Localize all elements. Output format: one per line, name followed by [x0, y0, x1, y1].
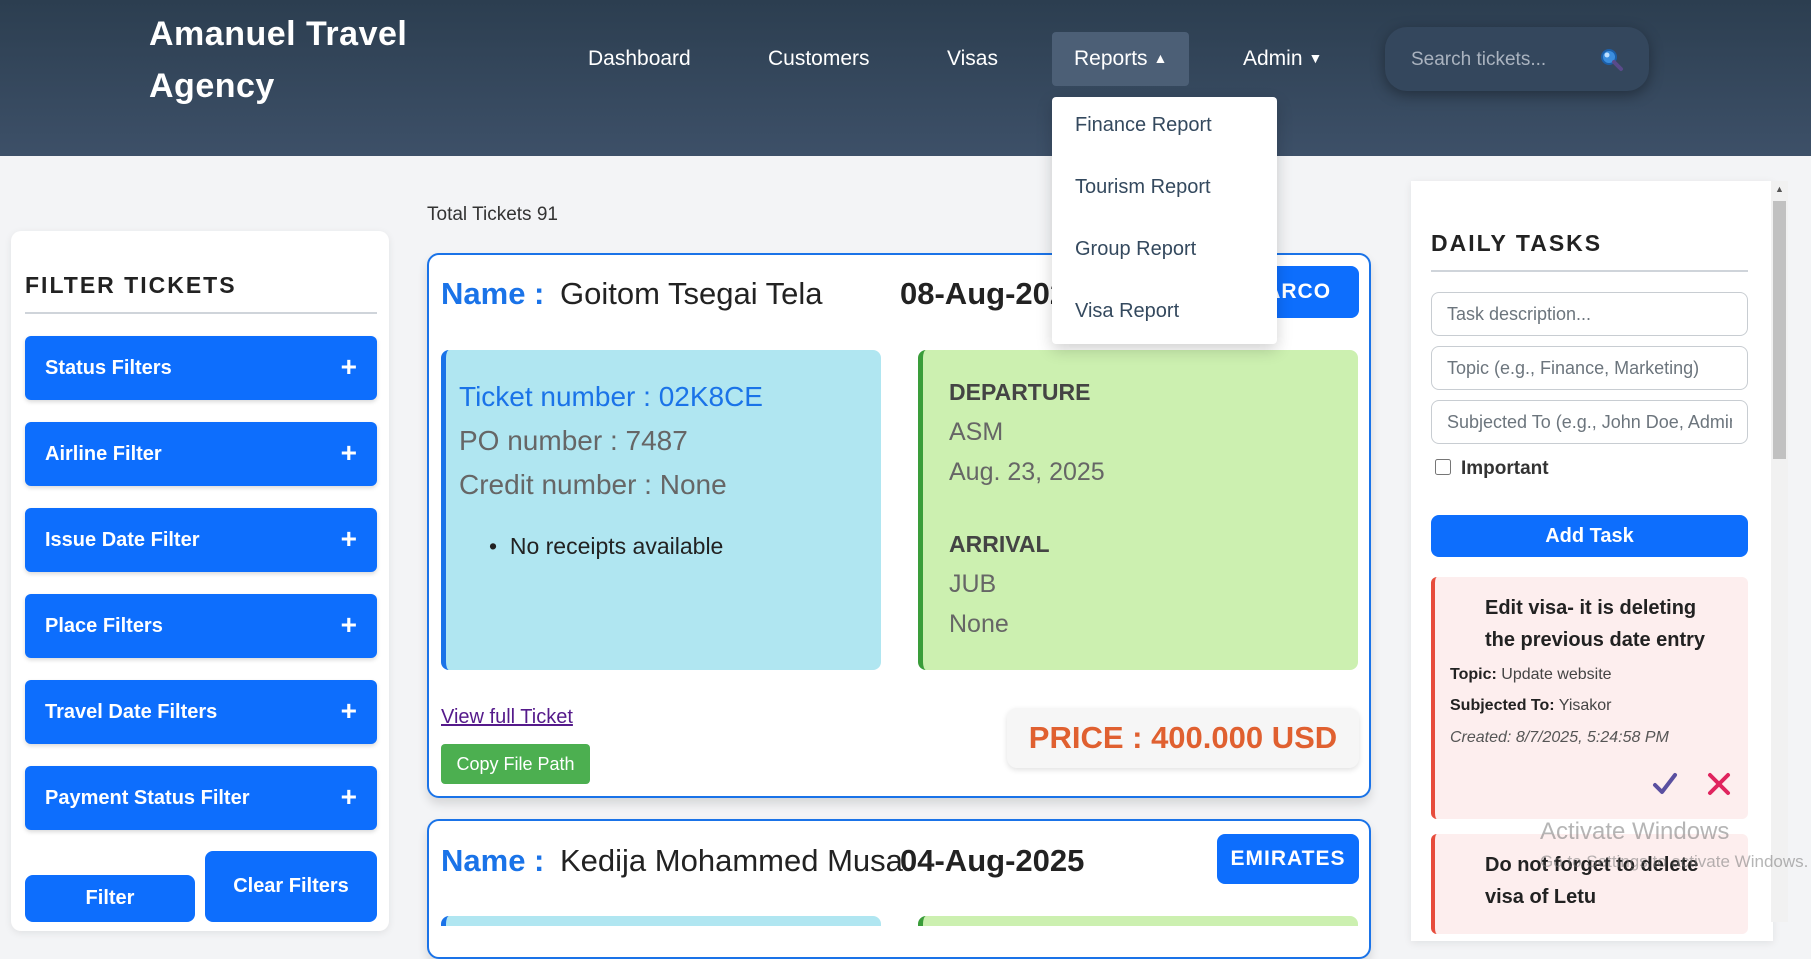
- filter-label: Payment Status Filter: [45, 787, 250, 809]
- brand-title[interactable]: Amanuel Travel Agency: [149, 8, 449, 112]
- airline-badge[interactable]: EMIRATES: [1217, 834, 1359, 884]
- filter-button[interactable]: Filter: [25, 875, 195, 922]
- bullet-icon: •: [489, 533, 510, 559]
- filter-label: Travel Date Filters: [45, 701, 218, 723]
- subject-label: Subjected To:: [1450, 697, 1555, 714]
- arrival-label: ARRIVAL: [949, 531, 1050, 557]
- plus-icon: +: [340, 437, 357, 468]
- search-box: [1385, 27, 1649, 91]
- filter-title: FILTER TICKETS: [25, 272, 237, 298]
- task-created: Created: 8/7/2025, 5:24:58 PM: [1450, 729, 1669, 746]
- plus-icon: +: [340, 523, 357, 554]
- clear-filters-button[interactable]: Clear Filters: [205, 851, 377, 922]
- scrollbar-thumb[interactable]: [1773, 201, 1786, 459]
- nav-dashboard[interactable]: Dashboard: [566, 32, 713, 86]
- menu-item-finance-report[interactable]: Finance Report: [1052, 97, 1277, 153]
- nav-customers[interactable]: Customers: [746, 32, 892, 86]
- daily-tasks-title: DAILY TASKS: [1431, 230, 1603, 256]
- task-topic: Topic: Update website: [1450, 666, 1612, 684]
- filter-label: Airline Filter: [45, 443, 162, 465]
- topic-value: Update website: [1501, 666, 1612, 683]
- issue-date-filter-toggle[interactable]: Issue Date Filter +: [25, 508, 377, 572]
- caret-up-icon: ▲: [1153, 50, 1168, 66]
- search-icon[interactable]: [1597, 45, 1625, 73]
- activate-windows-subtext: Go to Settings to activate Windows.: [1540, 852, 1809, 871]
- name-label: Name :: [441, 276, 545, 311]
- ticket-info-panel: [441, 916, 881, 926]
- passenger-name: Goitom Tsegai Tela: [560, 276, 823, 311]
- task-subject-input[interactable]: [1431, 400, 1748, 444]
- departure-date: Aug. 23, 2025: [949, 458, 1105, 486]
- filter-label: Place Filters: [45, 615, 163, 637]
- status-filters-toggle[interactable]: Status Filters +: [25, 336, 377, 400]
- filter-label: Issue Date Filter: [45, 529, 200, 551]
- plus-icon: +: [340, 695, 357, 726]
- important-checkbox[interactable]: [1435, 459, 1451, 475]
- departure-label: DEPARTURE: [949, 379, 1091, 405]
- divider: [25, 312, 377, 314]
- receipts-list: • No receipts available: [489, 533, 723, 560]
- reports-dropdown-menu: Finance Report Tourism Report Group Repo…: [1052, 97, 1277, 344]
- caret-down-icon: ▼: [1308, 50, 1323, 66]
- po-number: PO number : 7487: [459, 425, 688, 456]
- filter-label: Status Filters: [45, 357, 172, 379]
- menu-item-tourism-report[interactable]: Tourism Report: [1052, 159, 1277, 215]
- menu-item-visa-report[interactable]: Visa Report: [1052, 283, 1277, 339]
- check-icon[interactable]: [1652, 771, 1678, 797]
- scroll-up-arrow-icon[interactable]: ▲: [1771, 181, 1788, 198]
- view-full-ticket-link[interactable]: View full Ticket: [441, 706, 573, 729]
- nav-visas[interactable]: Visas: [925, 32, 1020, 86]
- topic-label: Topic:: [1450, 666, 1497, 683]
- plus-icon: +: [340, 351, 357, 382]
- nav-admin-label: Admin: [1243, 47, 1303, 70]
- task-topic-input[interactable]: [1431, 346, 1748, 390]
- travel-date: 04-Aug-2025: [900, 843, 1085, 878]
- important-label: Important: [1461, 458, 1549, 479]
- total-tickets: Total Tickets 91: [427, 204, 558, 225]
- payment-status-filter-toggle[interactable]: Payment Status Filter +: [25, 766, 377, 830]
- search-input[interactable]: [1409, 45, 1593, 75]
- copy-file-path-button[interactable]: Copy File Path: [441, 744, 590, 784]
- task-card: Do not forget to delete visa of Letu: [1431, 834, 1748, 934]
- subject-value: Yisakor: [1558, 697, 1612, 714]
- receipts-status: No receipts available: [509, 533, 724, 559]
- task-title: Edit visa- it is deleting the previous d…: [1485, 597, 1706, 651]
- plus-icon: +: [340, 781, 357, 812]
- airline-filter-toggle[interactable]: Airline Filter +: [25, 422, 377, 486]
- price-display: PRICE : 400.000 USD: [1007, 708, 1359, 768]
- task-subject: Subjected To: Yisakor: [1450, 697, 1612, 715]
- name-label: Name :: [441, 843, 545, 878]
- arrival-date: None: [949, 610, 1009, 638]
- departure-place: ASM: [949, 418, 1004, 446]
- activate-windows-watermark: Activate Windows: [1540, 818, 1730, 845]
- place-filters-toggle[interactable]: Place Filters +: [25, 594, 377, 658]
- credit-number: Credit number : None: [459, 469, 727, 500]
- top-navbar: Amanuel Travel Agency Dashboard Customer…: [0, 0, 1811, 156]
- menu-item-group-report[interactable]: Group Report: [1052, 221, 1277, 277]
- travel-date-filters-toggle[interactable]: Travel Date Filters +: [25, 680, 377, 744]
- nav-admin[interactable]: Admin ▼: [1221, 32, 1344, 86]
- plus-icon: +: [340, 609, 357, 640]
- nav-reports[interactable]: Reports ▲: [1052, 32, 1190, 86]
- task-description-input[interactable]: [1431, 292, 1748, 336]
- nav-reports-label: Reports: [1074, 47, 1148, 70]
- add-task-button[interactable]: Add Task: [1431, 515, 1748, 557]
- close-icon[interactable]: [1707, 772, 1731, 796]
- passenger-name: Kedija Mohammed Musa: [560, 843, 903, 878]
- ticket-number: Ticket number : 02K8CE: [459, 381, 763, 412]
- route-info-panel: [918, 916, 1358, 926]
- task-card: Edit visa- it is deleting the previous d…: [1431, 577, 1748, 819]
- arrival-place: JUB: [949, 570, 997, 598]
- divider: [1431, 270, 1748, 272]
